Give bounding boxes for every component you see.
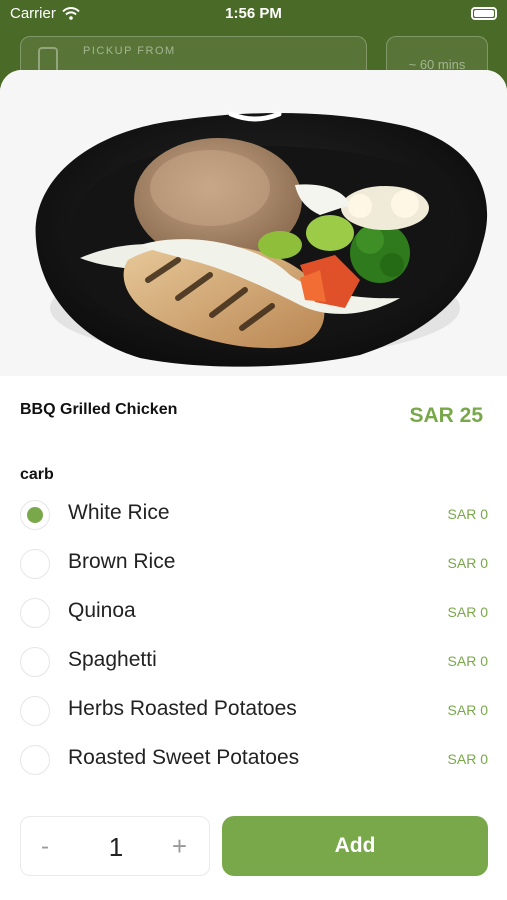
add-to-cart-button[interactable]: Add (222, 816, 488, 876)
option-roasted-sweet-potatoes[interactable]: Roasted Sweet Potatoes SAR 0 (0, 741, 507, 781)
option-label: White Rice (68, 501, 170, 524)
option-spaghetti[interactable]: Spaghetti SAR 0 (0, 643, 507, 683)
option-price: SAR 0 (447, 751, 488, 767)
option-label: Herbs Roasted Potatoes (68, 697, 297, 720)
option-price: SAR 0 (447, 506, 488, 522)
option-label: Quinoa (68, 599, 136, 622)
clock: 1:56 PM (225, 5, 282, 22)
option-brown-rice[interactable]: Brown Rice SAR 0 (0, 545, 507, 585)
product-name: BBQ Grilled Chicken (20, 401, 178, 418)
option-label: Roasted Sweet Potatoes (68, 746, 300, 769)
quantity-stepper: - 1 + (20, 816, 210, 876)
product-price: SAR 25 (409, 404, 483, 427)
option-label: Brown Rice (68, 550, 176, 573)
radio-button[interactable] (20, 500, 50, 530)
option-price: SAR 0 (447, 702, 488, 718)
battery-icon (471, 7, 497, 20)
option-herbs-roasted-potatoes[interactable]: Herbs Roasted Potatoes SAR 0 (0, 692, 507, 732)
radio-button[interactable] (20, 696, 50, 726)
status-bar: Carrier 1:56 PM (0, 0, 507, 28)
radio-button[interactable] (20, 745, 50, 775)
option-price: SAR 0 (447, 555, 488, 571)
option-group-title: carb (20, 466, 54, 483)
option-quinoa[interactable]: Quinoa SAR 0 (0, 594, 507, 634)
radio-selected-dot (27, 507, 43, 523)
radio-button[interactable] (20, 647, 50, 677)
option-label: Spaghetti (68, 648, 157, 671)
chevron-down-icon[interactable] (227, 110, 283, 126)
radio-button[interactable] (20, 549, 50, 579)
product-sheet: BBQ Grilled Chicken SAR 25 carb White Ri… (0, 70, 507, 900)
option-price: SAR 0 (447, 604, 488, 620)
pickup-label: PICKUP FROM (83, 45, 176, 57)
option-white-rice[interactable]: White Rice SAR 0 (0, 496, 507, 536)
option-price: SAR 0 (447, 653, 488, 669)
radio-button[interactable] (20, 598, 50, 628)
increase-quantity-button[interactable]: + (172, 831, 187, 862)
